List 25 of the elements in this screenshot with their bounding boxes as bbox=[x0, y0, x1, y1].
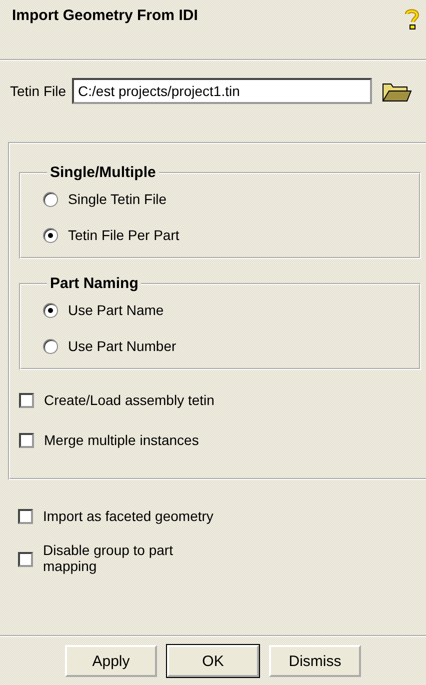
radio-button[interactable] bbox=[43, 228, 58, 242]
field-label: Tetin File bbox=[10, 83, 66, 99]
checkbox-label: Disable group to part mapping bbox=[43, 542, 174, 574]
checkbox[interactable] bbox=[19, 392, 34, 408]
radio-label: Single Tetin File bbox=[68, 191, 167, 207]
radio-button[interactable] bbox=[43, 192, 58, 206]
radio-button[interactable] bbox=[43, 302, 58, 318]
radio-label: Use Part Number bbox=[68, 338, 176, 354]
radio-button[interactable] bbox=[43, 338, 58, 354]
group-title: Part Naming bbox=[49, 275, 140, 292]
dialog-button[interactable]: OK bbox=[167, 645, 259, 677]
checkbox[interactable] bbox=[18, 552, 33, 567]
panel-title: Import Geometry From IDI bbox=[12, 7, 199, 26]
group-title: Single/Multiple bbox=[49, 164, 157, 181]
dialog-button[interactable]: Dismiss bbox=[269, 645, 361, 677]
radio-label: Tetin File Per Part bbox=[68, 227, 180, 243]
checkbox[interactable] bbox=[18, 508, 33, 524]
radio-label: Use Part Name bbox=[68, 302, 164, 318]
checkbox-label: Import as faceted geometry bbox=[43, 508, 214, 524]
dialog-button[interactable]: Apply bbox=[65, 645, 157, 677]
checkbox-label: Create/Load assembly tetin bbox=[44, 392, 214, 408]
checkbox-label: Merge multiple instances bbox=[44, 432, 199, 448]
tetin-file-field[interactable]: C:/est projects/project1.tin bbox=[72, 78, 372, 104]
checkbox[interactable] bbox=[19, 432, 34, 448]
help-icon[interactable] bbox=[404, 7, 420, 31]
